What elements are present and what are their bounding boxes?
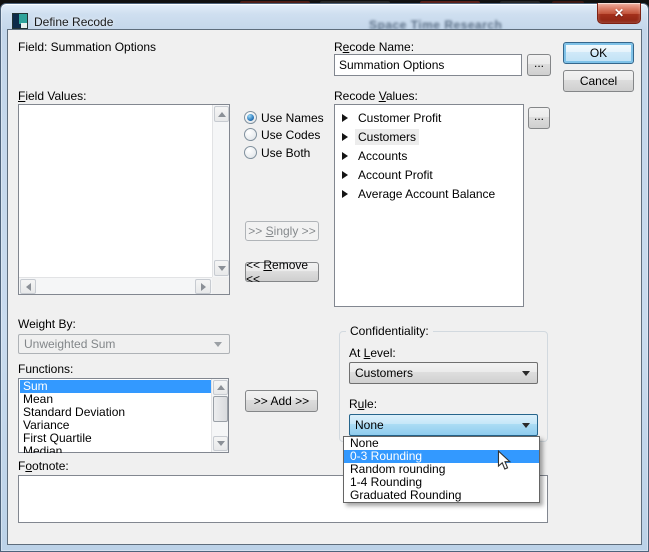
ok-button[interactable]: OK: [563, 42, 634, 64]
scroll-left-button[interactable]: [20, 279, 36, 294]
recode-name-input[interactable]: Summation Options: [334, 54, 522, 76]
expand-triangle-icon[interactable]: [342, 152, 348, 160]
footnote-label: Footnote:: [18, 460, 69, 473]
at-level-combobox[interactable]: Customers: [349, 362, 538, 384]
chevron-down-icon: [522, 423, 530, 428]
close-button[interactable]: ✕: [597, 3, 641, 24]
scroll-right-button[interactable]: [195, 279, 211, 294]
field-summary-label: Field: Summation Options: [18, 41, 156, 54]
field-values-vscrollbar[interactable]: [212, 105, 229, 277]
recode-name-label: Recode Name:: [334, 41, 414, 54]
recode-value-item[interactable]: Accounts: [335, 146, 523, 165]
chevron-down-icon: [522, 371, 530, 376]
functions-list: Sum Mean Standard Deviation Variance Fir…: [20, 380, 212, 453]
arrow-left-icon: [26, 283, 31, 291]
scroll-up-button[interactable]: [213, 380, 228, 395]
expand-triangle-icon[interactable]: [342, 171, 348, 179]
expand-triangle-icon[interactable]: [342, 190, 348, 198]
add-button[interactable]: >> Add >>: [245, 390, 318, 412]
scrollbar-thumb[interactable]: [213, 396, 228, 422]
cancel-button[interactable]: Cancel: [563, 70, 634, 92]
arrow-up-icon: [218, 112, 226, 117]
field-values-hscrollbar[interactable]: [19, 277, 212, 294]
radio-use-codes[interactable]: [244, 128, 257, 141]
screen: Space Time Research Define Recode ✕ Fiel…: [0, 0, 649, 552]
functions-vscrollbar[interactable]: [211, 379, 228, 452]
scrollbar-corner: [212, 277, 229, 294]
field-values-label: Field Values:: [18, 90, 87, 103]
close-icon: ✕: [614, 7, 624, 19]
rule-label: Rule:: [349, 398, 377, 411]
radio-use-codes-label[interactable]: Use Codes: [261, 129, 320, 142]
radio-use-names-label[interactable]: Use Names: [261, 112, 324, 125]
confidentiality-label: Confidentiality:: [346, 325, 433, 338]
scroll-down-button[interactable]: [214, 260, 229, 276]
functions-listbox[interactable]: Sum Mean Standard Deviation Variance Fir…: [18, 378, 229, 453]
chevron-down-icon: [214, 342, 222, 347]
remove-button[interactable]: << Remove <<: [245, 262, 319, 282]
arrow-right-icon: [201, 283, 206, 291]
rule-combobox[interactable]: None: [349, 414, 538, 436]
weight-by-combobox[interactable]: Unweighted Sum: [18, 334, 230, 354]
at-level-label: At Level:: [349, 347, 396, 360]
scroll-down-button[interactable]: [213, 436, 228, 451]
recode-values-listbox[interactable]: Customer Profit Customers Accounts Accou…: [334, 104, 524, 307]
recode-value-item[interactable]: Customers: [335, 127, 523, 146]
recode-value-item[interactable]: Customer Profit: [335, 108, 523, 127]
scroll-up-button[interactable]: [214, 106, 229, 122]
recode-name-browse-button[interactable]: ...: [527, 54, 551, 76]
recode-values-browse-button[interactable]: ...: [528, 107, 550, 129]
radio-use-both-label[interactable]: Use Both: [261, 147, 310, 160]
singly-button[interactable]: >> Singly >>: [245, 221, 319, 241]
mouse-cursor-icon: [496, 450, 512, 474]
weight-by-label: Weight By:: [18, 318, 76, 331]
app-icon: [12, 13, 28, 29]
radio-use-names[interactable]: [244, 111, 257, 124]
arrow-down-icon: [217, 441, 225, 446]
expand-triangle-icon[interactable]: [342, 114, 348, 122]
recode-value-item[interactable]: Account Profit: [335, 165, 523, 184]
arrow-up-icon: [217, 385, 225, 390]
recode-value-item[interactable]: Average Account Balance: [335, 184, 523, 203]
radio-use-both[interactable]: [244, 146, 257, 159]
field-values-listbox[interactable]: [18, 104, 230, 295]
expand-triangle-icon[interactable]: [342, 133, 348, 141]
function-item[interactable]: Median: [20, 445, 212, 453]
rule-option[interactable]: Graduated Rounding: [344, 489, 539, 502]
functions-label: Functions:: [18, 363, 73, 376]
window-title: Define Recode: [34, 15, 113, 29]
arrow-down-icon: [218, 266, 226, 271]
recode-values-label: Recode Values:: [334, 90, 418, 103]
